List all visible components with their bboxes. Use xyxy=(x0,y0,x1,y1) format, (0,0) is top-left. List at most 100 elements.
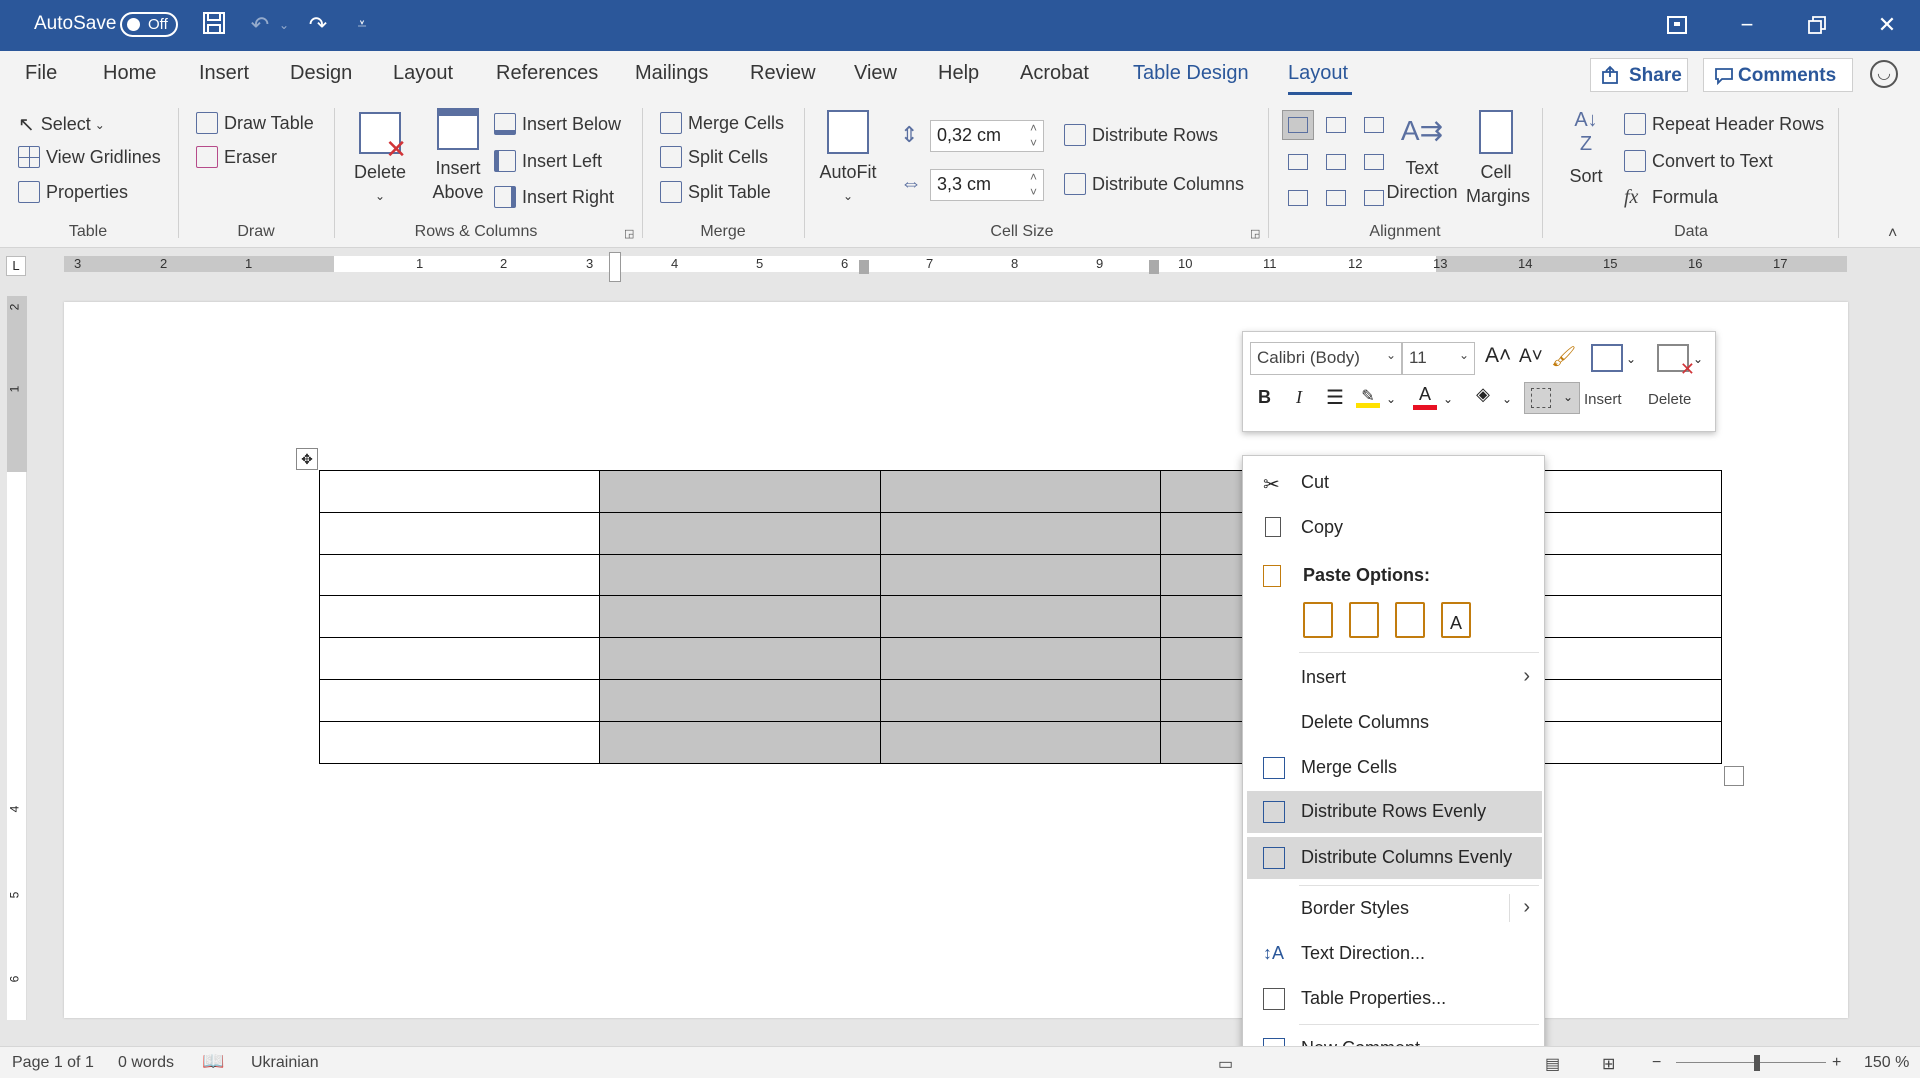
menu-item-insert[interactable]: Insert › xyxy=(1243,657,1546,699)
tab-home[interactable]: Home xyxy=(103,62,156,85)
tab-selector-icon[interactable]: L xyxy=(6,256,26,276)
insert-below-button[interactable]: Insert Below xyxy=(494,113,621,135)
tab-table-design[interactable]: Table Design xyxy=(1133,62,1249,85)
table-cell-selected[interactable] xyxy=(599,637,881,680)
text-direction-button[interactable]: A⇉ Text Direction xyxy=(1382,108,1462,204)
table-cell-selected[interactable] xyxy=(599,720,881,764)
table-cell-selected[interactable] xyxy=(879,678,1162,722)
customize-qat-icon[interactable]: ⩡ xyxy=(348,11,376,39)
chevron-down-icon[interactable]: ⌄ xyxy=(1626,352,1636,366)
align-bottom-left-icon[interactable] xyxy=(1288,190,1308,206)
sort-button[interactable]: A↓ Z Sort xyxy=(1556,108,1616,188)
select-button[interactable]: ↖ Select ⌄ xyxy=(18,112,105,137)
convert-to-text-button[interactable]: Convert to Text xyxy=(1624,150,1773,172)
view-gridlines-button[interactable]: View Gridlines xyxy=(18,146,161,168)
menu-item-border-styles[interactable]: Border Styles › xyxy=(1243,888,1546,930)
delete-table-icon[interactable]: ✕ xyxy=(1657,344,1695,379)
table-cell-selected[interactable] xyxy=(879,470,1162,513)
undo-dropdown-icon[interactable]: ⌄ xyxy=(270,11,298,39)
properties-button[interactable]: Properties xyxy=(18,181,128,203)
table-cell-selected[interactable] xyxy=(599,470,881,513)
align-top-center-icon[interactable] xyxy=(1326,117,1346,133)
insert-left-button[interactable]: Insert Left xyxy=(494,150,602,172)
split-cells-button[interactable]: Split Cells xyxy=(660,146,768,168)
distribute-columns-button[interactable]: Distribute Columns xyxy=(1064,173,1244,195)
align-center-icon[interactable] xyxy=(1326,154,1346,170)
table-cell[interactable] xyxy=(318,470,601,513)
zoom-in-icon[interactable]: + xyxy=(1832,1054,1841,1072)
font-name-dropdown[interactable]: Calibri (Body) ⌄ xyxy=(1250,342,1402,375)
column-width-input[interactable]: 3,3 cm ˄ ˅ xyxy=(930,169,1044,201)
insert-right-button[interactable]: Insert Right xyxy=(494,186,614,208)
format-painter-icon[interactable]: 🖌 xyxy=(1551,344,1576,369)
menu-item-distribute-columns-evenly[interactable]: Distribute Columns Evenly xyxy=(1247,837,1542,879)
spin-arrows-icon[interactable]: ˄ ˅ xyxy=(1030,170,1037,200)
tab-help[interactable]: Help xyxy=(938,62,979,85)
cell-margins-button[interactable]: Cell Margins xyxy=(1466,110,1530,208)
tab-references[interactable]: References xyxy=(496,62,598,85)
tab-file[interactable]: File xyxy=(25,62,57,85)
display-settings-icon[interactable]: ▭ xyxy=(1218,1054,1233,1074)
chevron-down-icon[interactable]: ⌄ xyxy=(1386,392,1396,406)
formula-button[interactable]: fx Formula xyxy=(1624,186,1718,209)
table-cell-selected[interactable] xyxy=(879,637,1162,680)
center-align-icon[interactable]: ☰ xyxy=(1326,385,1344,410)
minimize-icon[interactable]: − xyxy=(1722,8,1772,42)
draw-table-button[interactable]: Draw Table xyxy=(196,112,314,134)
menu-item-table-properties[interactable]: Table Properties... xyxy=(1243,978,1546,1020)
menu-item-merge-cells[interactable]: Merge Cells xyxy=(1243,747,1546,789)
tab-view[interactable]: View xyxy=(854,62,897,85)
split-table-button[interactable]: Split Table xyxy=(660,181,771,203)
paste-merge-formatting-icon[interactable] xyxy=(1349,602,1379,638)
mini-insert-label[interactable]: Insert xyxy=(1584,391,1622,408)
mini-delete-label[interactable]: Delete xyxy=(1648,391,1691,408)
indent-marker[interactable] xyxy=(609,252,621,282)
eraser-button[interactable]: Eraser xyxy=(196,146,277,168)
tab-review[interactable]: Review xyxy=(750,62,816,85)
menu-item-distribute-rows-evenly[interactable]: Distribute Rows Evenly xyxy=(1247,791,1542,833)
table-cell[interactable] xyxy=(318,553,601,597)
row-height-input[interactable]: 0,32 cm ˄ ˅ xyxy=(930,120,1044,152)
table-cell-selected[interactable] xyxy=(599,553,881,597)
table-cell-selected[interactable] xyxy=(879,553,1162,597)
menu-item-copy[interactable]: Copy xyxy=(1243,507,1546,549)
table-cell[interactable] xyxy=(318,511,601,555)
zoom-slider-thumb[interactable] xyxy=(1754,1055,1760,1071)
collapse-ribbon-icon[interactable]: ˄ xyxy=(1888,225,1897,243)
align-bottom-right-icon[interactable] xyxy=(1364,190,1384,206)
comments-button[interactable]: Comments xyxy=(1703,58,1853,92)
italic-button[interactable]: I xyxy=(1296,387,1302,408)
highlight-icon[interactable]: ✎ xyxy=(1356,386,1380,408)
table-cell-selected[interactable] xyxy=(879,720,1162,764)
table-cell-selected[interactable] xyxy=(599,678,881,722)
spin-arrows-icon[interactable]: ˄ ˅ xyxy=(1030,121,1037,151)
table-cell-selected[interactable] xyxy=(879,511,1162,555)
autofit-button[interactable]: AutoFit ⌄ xyxy=(816,110,880,208)
language[interactable]: Ukrainian xyxy=(251,1054,319,1072)
menu-item-delete-columns[interactable]: Delete Columns xyxy=(1243,702,1546,744)
chevron-down-icon[interactable]: ⌄ xyxy=(1443,392,1453,406)
shrink-font-icon[interactable]: A˅ xyxy=(1519,346,1543,368)
table-cell[interactable] xyxy=(318,678,601,722)
paste-picture-icon[interactable] xyxy=(1395,602,1425,638)
tab-table-layout[interactable]: Layout xyxy=(1288,62,1348,85)
table-cell-selected[interactable] xyxy=(879,595,1162,639)
tab-design[interactable]: Design xyxy=(290,62,352,85)
align-center-right-icon[interactable] xyxy=(1364,154,1384,170)
menu-item-text-direction[interactable]: ↕A Text Direction... xyxy=(1243,933,1546,975)
align-center-left-icon[interactable] xyxy=(1288,154,1308,170)
tab-mailings[interactable]: Mailings xyxy=(635,62,708,85)
web-layout-icon[interactable]: ⊞ xyxy=(1602,1054,1615,1074)
proofing-book-icon[interactable]: 📖 xyxy=(202,1051,224,1072)
insert-above-button[interactable]: Insert Above xyxy=(428,108,488,204)
table-move-handle-icon[interactable]: ✥ xyxy=(296,448,318,470)
table-resize-handle[interactable] xyxy=(1724,766,1744,786)
smiley-feedback-icon[interactable]: ◡ xyxy=(1870,60,1898,88)
bold-button[interactable]: B xyxy=(1258,387,1271,408)
tab-insert[interactable]: Insert xyxy=(199,62,249,85)
zoom-slider-track[interactable] xyxy=(1676,1062,1826,1063)
merge-cells-button[interactable]: Merge Cells xyxy=(660,112,784,134)
table-cell-selected[interactable] xyxy=(599,595,881,639)
zoom-level[interactable]: 150 % xyxy=(1864,1054,1909,1072)
redo-icon[interactable]: ↷ xyxy=(304,11,332,39)
